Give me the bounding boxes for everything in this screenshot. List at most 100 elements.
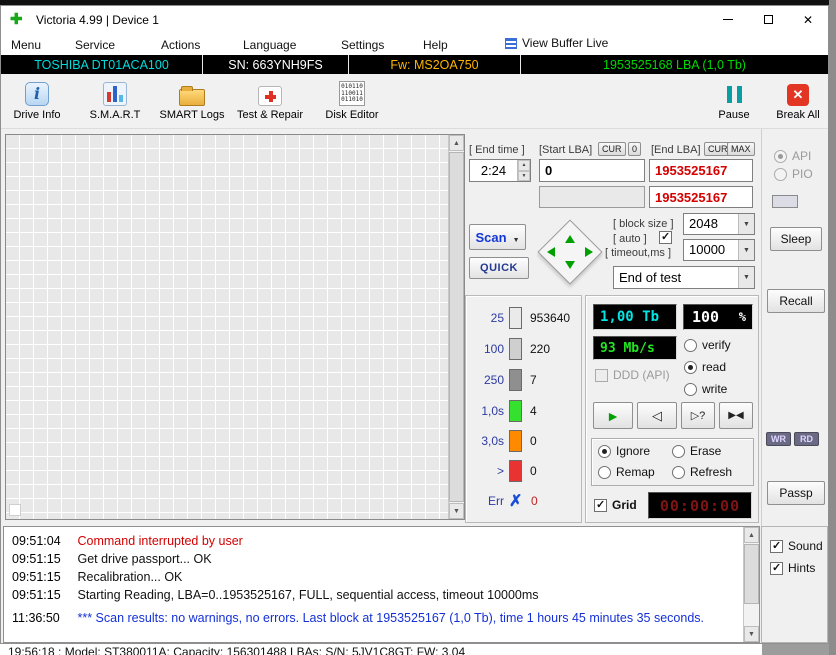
hints-checkbox[interactable] bbox=[770, 561, 783, 575]
seek-question-button[interactable]: ▷? bbox=[681, 402, 715, 429]
jog-right-icon[interactable] bbox=[585, 247, 593, 257]
pio-radio[interactable] bbox=[774, 167, 787, 181]
log-line: 09:51:15 Starting Reading, LBA=0..195352… bbox=[12, 586, 742, 604]
read-option[interactable]: read bbox=[684, 360, 726, 374]
app-icon bbox=[10, 10, 26, 28]
api-radio[interactable] bbox=[774, 149, 787, 163]
menu-item-language[interactable]: Language bbox=[239, 36, 300, 54]
quick-button[interactable]: QUICK bbox=[469, 257, 529, 279]
jog-up-icon[interactable] bbox=[565, 235, 575, 243]
dropdown-arrow-icon[interactable] bbox=[738, 214, 754, 234]
wr-button[interactable]: WR bbox=[766, 432, 791, 446]
grid-checkbox[interactable] bbox=[594, 498, 607, 512]
sleep-button[interactable]: Sleep bbox=[770, 227, 822, 251]
auto-checkbox[interactable] bbox=[659, 230, 672, 244]
api-option[interactable]: API bbox=[774, 149, 811, 163]
smart-logs-label: SMART Logs bbox=[159, 108, 225, 121]
hints-label: Hints bbox=[788, 561, 816, 575]
menu-item-service[interactable]: Service bbox=[71, 36, 119, 54]
hints-option[interactable]: Hints bbox=[770, 561, 815, 575]
scroll-up-icon[interactable] bbox=[449, 135, 464, 151]
menu-item-actions[interactable]: Actions bbox=[157, 36, 204, 54]
end-lba-max-chip[interactable]: MAX bbox=[727, 142, 755, 156]
ddd-option[interactable]: DDD (API) bbox=[595, 368, 670, 382]
view-buffer-live-button[interactable]: View Buffer Live bbox=[505, 36, 608, 50]
ignore-radio[interactable] bbox=[598, 444, 611, 458]
end-lba-field[interactable]: 1953525167 bbox=[649, 159, 753, 182]
step-back-button[interactable]: ◁ bbox=[637, 402, 677, 429]
binary-icon: 010110 110011 011010 bbox=[339, 81, 365, 106]
spin-down-icon[interactable] bbox=[518, 170, 530, 181]
test-repair-button[interactable]: Test & Repair bbox=[233, 76, 307, 126]
disk-editor-button[interactable]: 010110 110011 011010 Disk Editor bbox=[319, 76, 385, 126]
recall-button[interactable]: Recall bbox=[767, 289, 825, 313]
api-label: API bbox=[792, 149, 812, 163]
scan-button[interactable]: Scan bbox=[469, 224, 526, 250]
break-all-button[interactable]: Break All bbox=[769, 76, 827, 126]
smart-button[interactable]: S.M.A.R.T bbox=[83, 76, 147, 126]
seek-bounds-button[interactable]: ▶◀ bbox=[719, 402, 753, 429]
scroll-up-icon[interactable] bbox=[744, 527, 759, 543]
block-size-dropdown[interactable]: 2048 bbox=[683, 213, 755, 235]
write-radio[interactable] bbox=[684, 382, 697, 396]
smart-logs-button[interactable]: SMART Logs bbox=[157, 76, 227, 126]
chevron-down-icon bbox=[513, 230, 520, 245]
log-time: 09:51:15 bbox=[12, 552, 61, 566]
drive-info-label: Drive Info bbox=[13, 108, 61, 121]
sound-checkbox[interactable] bbox=[770, 539, 783, 553]
jog-down-icon[interactable] bbox=[565, 261, 575, 269]
refresh-radio[interactable] bbox=[672, 465, 685, 479]
timer-display: 00:00:00 bbox=[648, 492, 752, 519]
grid-scrollbar-thumb[interactable] bbox=[449, 152, 464, 502]
sound-option[interactable]: Sound bbox=[770, 539, 823, 553]
end-time-spinner[interactable]: 2:24 bbox=[469, 159, 531, 182]
log-scrollbar[interactable] bbox=[743, 527, 759, 642]
log-time: 09:51:04 bbox=[12, 534, 61, 548]
erase-option[interactable]: Erase bbox=[672, 444, 721, 458]
maximize-button[interactable] bbox=[748, 6, 788, 33]
refresh-option[interactable]: Refresh bbox=[672, 465, 732, 479]
start-test-button[interactable]: ► bbox=[593, 402, 633, 429]
ignore-option[interactable]: Ignore bbox=[598, 444, 650, 458]
end-of-test-dropdown[interactable]: End of test bbox=[613, 266, 755, 289]
log-text: Command interrupted by user bbox=[77, 534, 243, 548]
erase-radio[interactable] bbox=[672, 444, 685, 458]
end-of-test-value: End of test bbox=[619, 270, 682, 285]
ddd-checkbox[interactable] bbox=[595, 368, 608, 382]
end-lba-label: [End LBA] bbox=[651, 144, 701, 156]
write-option[interactable]: write bbox=[684, 382, 727, 396]
end-lba-pass-field[interactable]: 1953525167 bbox=[649, 186, 753, 208]
pio-option[interactable]: PIO bbox=[774, 167, 813, 181]
maximize-icon bbox=[763, 15, 773, 24]
passport-button[interactable]: Passp bbox=[767, 481, 825, 505]
scroll-down-icon[interactable] bbox=[744, 626, 759, 642]
spin-up-icon[interactable] bbox=[518, 160, 530, 171]
timeout-dropdown[interactable]: 10000 bbox=[683, 239, 755, 261]
menu-item-help[interactable]: Help bbox=[419, 36, 452, 54]
grid-option[interactable]: Grid bbox=[594, 498, 637, 512]
remap-radio[interactable] bbox=[598, 465, 611, 479]
dropdown-arrow-icon[interactable] bbox=[738, 267, 754, 288]
rd-button[interactable]: RD bbox=[794, 432, 819, 446]
start-lba-zero-chip[interactable]: 0 bbox=[628, 142, 642, 156]
latency-color-block bbox=[509, 369, 522, 391]
start-lba-cur-chip[interactable]: CUR bbox=[598, 142, 626, 156]
close-button[interactable] bbox=[788, 6, 828, 33]
status-led bbox=[772, 195, 798, 208]
menu-item-settings[interactable]: Settings bbox=[337, 36, 388, 54]
log-time: 09:51:15 bbox=[12, 570, 61, 584]
remap-option[interactable]: Remap bbox=[598, 465, 655, 479]
log-scrollbar-thumb[interactable] bbox=[744, 544, 759, 604]
grid-scrollbar[interactable] bbox=[448, 135, 464, 519]
menu-item-menu[interactable]: Menu bbox=[7, 36, 45, 54]
dropdown-arrow-icon[interactable] bbox=[738, 240, 754, 260]
read-radio[interactable] bbox=[684, 360, 697, 374]
verify-radio[interactable] bbox=[684, 338, 697, 352]
start-lba-field[interactable]: 0 bbox=[539, 159, 645, 182]
pause-button[interactable]: Pause bbox=[707, 76, 761, 126]
verify-option[interactable]: verify bbox=[684, 338, 731, 352]
minimize-button[interactable] bbox=[708, 6, 748, 33]
jog-left-icon[interactable] bbox=[547, 247, 555, 257]
scroll-down-icon[interactable] bbox=[449, 503, 464, 519]
drive-info-button[interactable]: Drive Info bbox=[7, 76, 67, 126]
